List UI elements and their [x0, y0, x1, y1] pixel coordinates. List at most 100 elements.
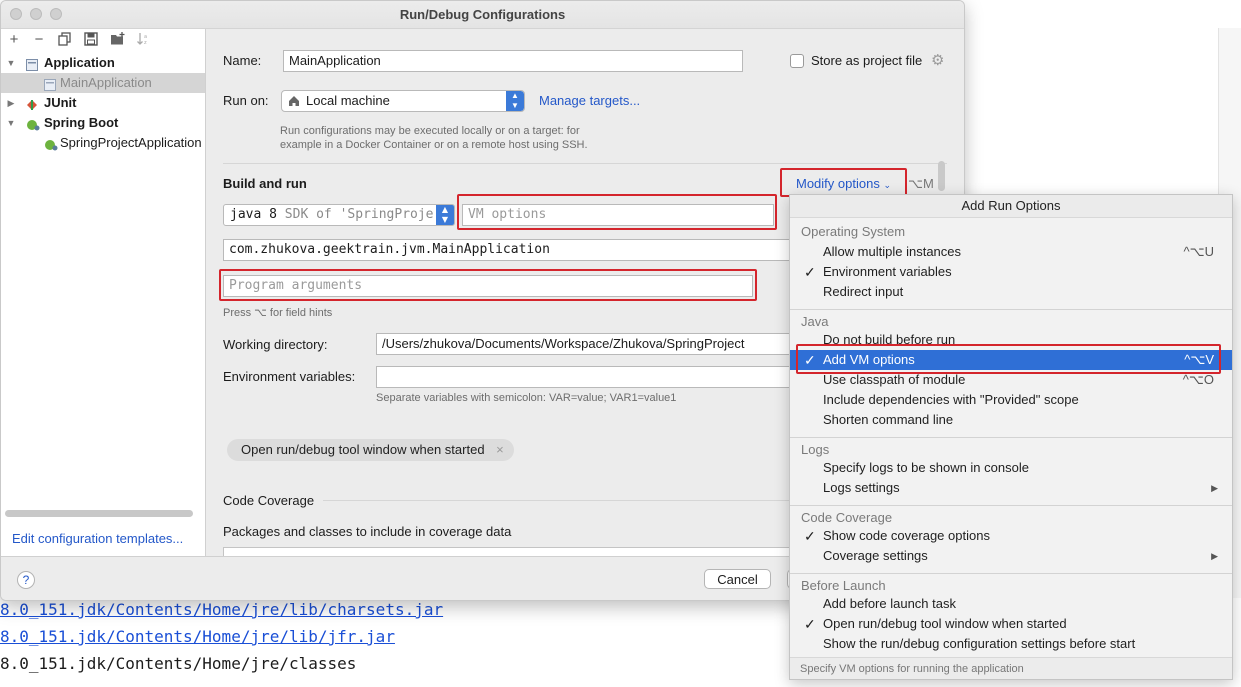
remove-icon[interactable]: − [31, 32, 47, 48]
tree-item-junit[interactable]: ▶ JUnit [1, 93, 205, 113]
console-line-jfr[interactable]: 8.0_151.jdk/Contents/Home/jre/lib/jfr.ja… [0, 627, 395, 646]
application-config-icon [26, 57, 38, 71]
junit-icon [26, 97, 38, 110]
option-label: Shorten command line [823, 412, 954, 427]
option-shortcut: ^⌥U [1183, 244, 1214, 259]
working-directory-field[interactable]: /Users/zhukova/Documents/Workspace/Zhuko… [376, 333, 790, 355]
tree-horizontal-scrollbar[interactable] [5, 510, 193, 517]
option-allow-multiple-instances[interactable]: Allow multiple instances ^⌥U [790, 242, 1232, 262]
select-stepper-icon[interactable]: ▲ ▼ [436, 205, 454, 225]
tree-item-application[interactable]: ▼ Application [1, 53, 205, 73]
option-show-code-coverage[interactable]: ✓ Show code coverage options [790, 526, 1232, 546]
option-redirect-input[interactable]: Redirect input [790, 282, 1232, 302]
manage-targets-link[interactable]: Manage targets... [539, 93, 640, 108]
option-label: Environment variables [823, 264, 952, 279]
chip-label: Open run/debug tool window when started [241, 442, 485, 457]
checkmark-icon: ✓ [804, 264, 816, 280]
group-header-java: Java [801, 314, 829, 329]
coverage-packages-table[interactable] [223, 547, 790, 556]
application-config-icon [44, 77, 56, 91]
jdk-value: java 8 [230, 207, 277, 222]
environment-variables-hint: Separate variables with semicolon: VAR=v… [376, 392, 677, 404]
option-show-settings-before-start[interactable]: Show the run/debug configuration setting… [790, 634, 1232, 654]
close-icon[interactable]: × [496, 442, 504, 457]
option-label: Logs settings [823, 480, 900, 495]
chevron-down-icon[interactable]: ▼ [6, 113, 16, 133]
submenu-arrow-icon: ▶ [1211, 551, 1218, 561]
jdk-select[interactable]: java 8 SDK of 'SpringProje ▲ ▼ [223, 204, 455, 226]
group-header-operating-system: Operating System [801, 224, 906, 239]
store-as-project-file-label: Store as project file [811, 53, 923, 68]
group-separator [790, 437, 1232, 438]
home-icon [288, 91, 300, 111]
option-coverage-settings[interactable]: Coverage settings ▶ [790, 546, 1232, 566]
group-header-code-coverage: Code Coverage [801, 510, 893, 525]
folder-add-icon[interactable] [109, 32, 125, 48]
sort-icon[interactable]: az [135, 32, 151, 48]
store-as-project-file-checkbox[interactable] [790, 54, 804, 68]
program-arguments-highlight [219, 269, 757, 301]
configuration-tree-panel: + − az ▼ Application MainApplication ▶ J… [1, 29, 206, 556]
tree-item-label: Application [44, 55, 115, 70]
group-separator [790, 573, 1232, 574]
select-stepper-icon[interactable]: ▲ ▼ [506, 91, 524, 111]
save-icon[interactable] [83, 32, 99, 48]
option-label: Add before launch task [823, 596, 956, 611]
section-divider [223, 163, 947, 164]
option-logs-settings[interactable]: Logs settings ▶ [790, 478, 1232, 498]
chevron-right-icon[interactable]: ▶ [6, 93, 16, 113]
option-environment-variables[interactable]: ✓ Environment variables [790, 262, 1232, 282]
add-run-options-popup: Add Run Options Operating System Allow m… [789, 194, 1233, 680]
console-line-charsets[interactable]: 8.0_151.jdk/Contents/Home/jre/lib/charse… [0, 600, 443, 619]
tree-item-springprojectapplication[interactable]: SpringProjectApplication [1, 133, 205, 153]
field-hints-text: Press ⌥ for field hints [223, 307, 333, 319]
tree-item-mainapplication[interactable]: MainApplication [1, 73, 205, 93]
option-add-before-launch-task[interactable]: Add before launch task [790, 594, 1232, 614]
run-on-select[interactable]: Local machine ▲ ▼ [281, 90, 525, 112]
edit-configuration-templates-link[interactable]: Edit configuration templates... [12, 531, 183, 546]
copy-icon[interactable] [57, 32, 73, 48]
option-open-tool-window[interactable]: ✓ Open run/debug tool window when starte… [790, 614, 1232, 634]
tree-item-spring-boot[interactable]: ▼ Spring Boot [1, 113, 205, 133]
build-and-run-heading: Build and run [223, 176, 307, 191]
open-tool-window-chip[interactable]: Open run/debug tool window when started … [227, 439, 514, 461]
option-shorten-command-line[interactable]: Shorten command line [790, 410, 1232, 430]
main-class-field[interactable]: com.zhukova.geektrain.jvm.MainApplicatio… [223, 239, 790, 261]
cancel-button[interactable]: Cancel [704, 569, 771, 589]
coverage-divider [323, 500, 793, 501]
environment-variables-field[interactable] [376, 366, 790, 388]
group-header-logs: Logs [801, 442, 830, 457]
chevron-down-icon[interactable]: ▼ [6, 53, 16, 73]
spring-boot-icon [26, 117, 40, 131]
help-icon[interactable]: ? [17, 571, 35, 589]
run-on-hint: Run configurations may be executed local… [280, 125, 588, 151]
svg-text:z: z [144, 40, 147, 46]
modify-options-highlight [780, 168, 907, 197]
working-directory-label: Working directory: [223, 337, 328, 352]
content-scrollbar[interactable] [938, 161, 945, 191]
option-specify-logs[interactable]: Specify logs to be shown in console [790, 458, 1232, 478]
checkmark-icon: ✓ [804, 528, 816, 544]
popup-title: Add Run Options [790, 195, 1232, 218]
checkmark-icon: ✓ [804, 616, 816, 632]
add-icon[interactable]: + [6, 32, 22, 48]
console-line-classes: 8.0_151.jdk/Contents/Home/jre/classes [0, 654, 357, 673]
add-vm-options-highlight [796, 344, 1221, 374]
option-label: Include dependencies with "Provided" sco… [823, 392, 1079, 407]
popup-footer-hint: Specify VM options for running the appli… [790, 657, 1232, 679]
option-label: Specify logs to be shown in console [823, 460, 1029, 475]
tree-toolbar: + − az [1, 29, 205, 53]
option-label: Allow multiple instances [823, 244, 962, 259]
jdk-suffix: SDK of 'SpringProje [284, 207, 434, 222]
tree-item-label: JUnit [44, 95, 77, 110]
option-label: Redirect input [823, 284, 904, 299]
gear-icon[interactable]: ⚙ [931, 53, 944, 68]
name-label: Name: [223, 53, 262, 68]
tree-item-label: MainApplication [60, 75, 152, 90]
title-bar: Run/Debug Configurations [1, 1, 964, 29]
run-on-value: Local machine [306, 93, 390, 108]
name-field[interactable]: MainApplication [283, 50, 743, 72]
code-coverage-heading: Code Coverage [223, 493, 315, 508]
tree-item-label: SpringProjectApplication [60, 135, 202, 150]
option-include-provided-dependencies[interactable]: Include dependencies with "Provided" sco… [790, 390, 1232, 410]
